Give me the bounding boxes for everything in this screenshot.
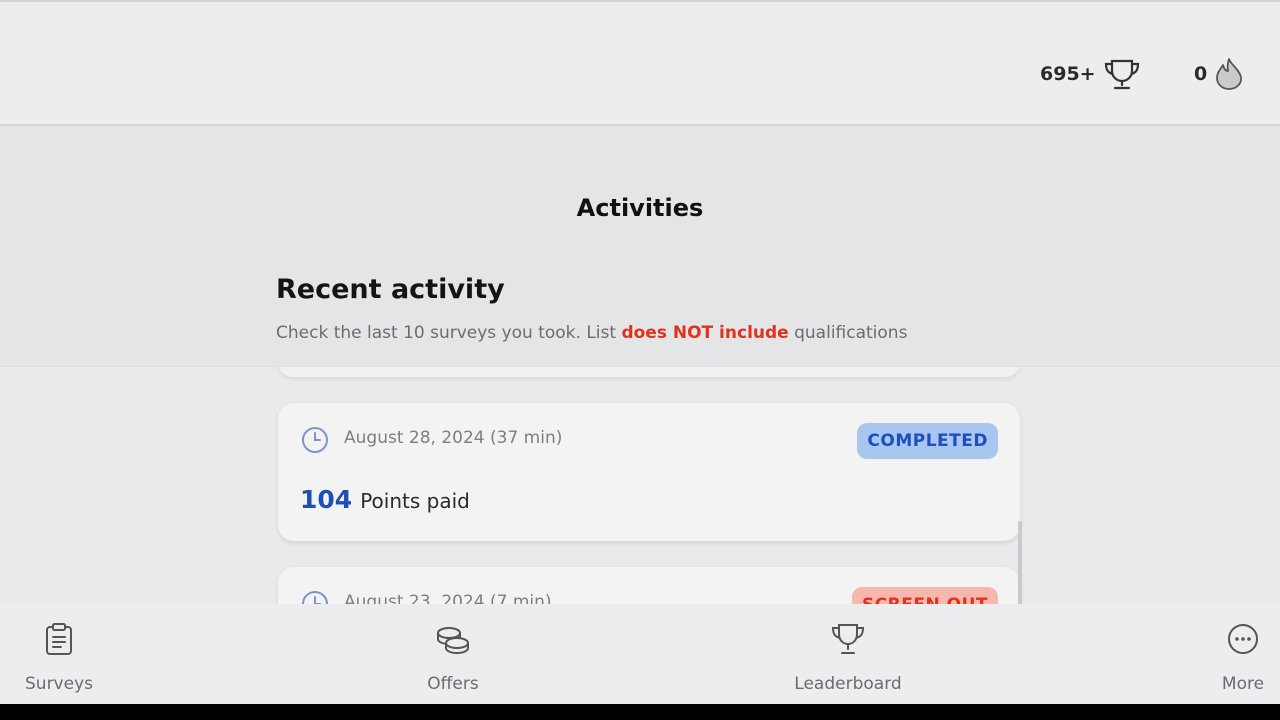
trophy-counter[interactable]: 695+ xyxy=(1040,54,1142,94)
status-badge: SCREEN OUT xyxy=(851,587,998,604)
clipboard-icon xyxy=(44,622,74,658)
coins-icon xyxy=(433,622,473,658)
page-title: Activities xyxy=(576,194,704,222)
subtitle-highlight: does NOT include xyxy=(621,323,789,343)
clock-icon xyxy=(300,589,330,604)
nav-item-leaderboard[interactable]: Leaderboard xyxy=(778,622,918,694)
activity-date: August 28, 2024 (37 min) xyxy=(344,428,563,448)
points-label: Points paid xyxy=(360,489,470,513)
points-value: 104 xyxy=(300,485,353,514)
nav-item-offers[interactable]: Offers xyxy=(383,622,523,694)
app-window: 695+ 0 Activities Recent activity Check … xyxy=(0,0,1280,704)
section-title: Recent activity xyxy=(276,274,505,305)
nav-label-offers: Offers xyxy=(427,674,479,694)
section-subtitle: Check the last 10 surveys you took. List… xyxy=(276,323,907,343)
trophy-count: 695+ xyxy=(1040,63,1096,85)
activity-list[interactable]: August 28, 2024 (37 min) COMPLETED 104 P… xyxy=(0,366,1280,604)
streak-count: 0 xyxy=(1194,63,1208,85)
activity-card-previous xyxy=(278,367,1020,377)
activity-card[interactable]: August 28, 2024 (37 min) COMPLETED 104 P… xyxy=(278,403,1020,541)
nav-item-more[interactable]: More xyxy=(1173,622,1280,694)
status-badge: COMPLETED xyxy=(857,423,998,459)
bottom-navigation: Surveys Offers Leaderboard More xyxy=(0,604,1280,704)
points-row: 104 Points paid xyxy=(300,485,470,514)
nav-label-leaderboard: Leaderboard xyxy=(794,674,902,694)
flame-icon xyxy=(1213,56,1245,92)
nav-item-surveys[interactable]: Surveys xyxy=(0,622,129,694)
more-dots-icon xyxy=(1226,622,1260,658)
streak-counter[interactable]: 0 xyxy=(1194,54,1245,94)
subtitle-text-start: Check the last 10 surveys you took. List xyxy=(276,323,622,343)
header-bar: 695+ 0 xyxy=(0,2,1280,126)
activity-date: August 23, 2024 (7 min) xyxy=(344,592,552,604)
nav-label-surveys: Surveys xyxy=(25,674,93,694)
nav-label-more: More xyxy=(1221,674,1265,694)
clock-icon xyxy=(300,425,330,455)
subtitle-text-end: qualifications xyxy=(788,323,908,343)
trophy-icon xyxy=(1102,57,1142,91)
activity-card[interactable]: August 23, 2024 (7 min) SCREEN OUT xyxy=(278,567,1020,604)
trophy-icon xyxy=(828,622,868,658)
scrollbar-thumb[interactable] xyxy=(1018,521,1022,604)
